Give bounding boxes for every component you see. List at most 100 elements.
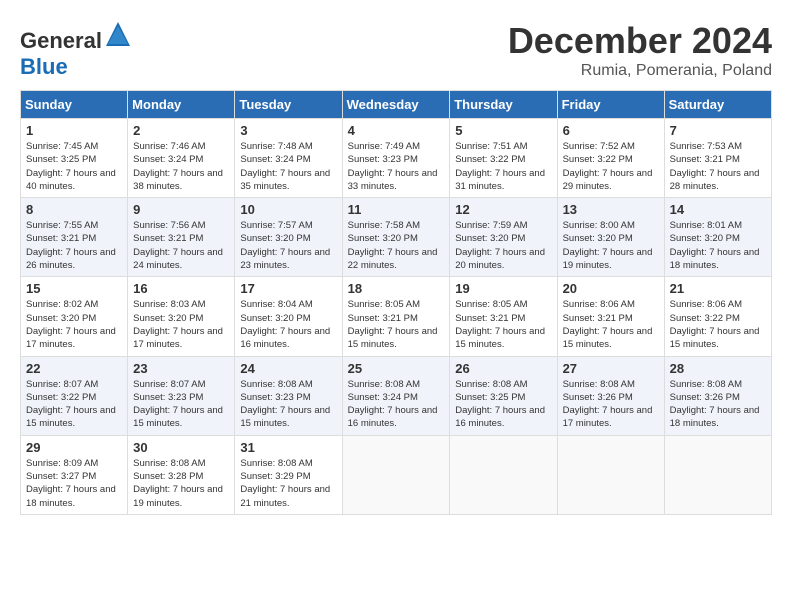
calendar-cell: 6 Sunrise: 7:52 AMSunset: 3:22 PMDayligh… (557, 119, 664, 198)
calendar-cell: 20 Sunrise: 8:06 AMSunset: 3:21 PMDaylig… (557, 277, 664, 356)
month-title: December 2024 (508, 20, 772, 62)
day-info: Sunrise: 7:53 AMSunset: 3:21 PMDaylight:… (670, 141, 760, 192)
day-number: 10 (240, 202, 336, 217)
day-info: Sunrise: 7:45 AMSunset: 3:25 PMDaylight:… (26, 141, 116, 192)
day-number: 2 (133, 123, 229, 138)
calendar-cell: 22 Sunrise: 8:07 AMSunset: 3:22 PMDaylig… (21, 356, 128, 435)
day-info: Sunrise: 8:05 AMSunset: 3:21 PMDaylight:… (455, 299, 545, 350)
day-info: Sunrise: 8:06 AMSunset: 3:21 PMDaylight:… (563, 299, 653, 350)
day-number: 7 (670, 123, 766, 138)
day-info: Sunrise: 7:56 AMSunset: 3:21 PMDaylight:… (133, 220, 223, 271)
calendar-cell: 27 Sunrise: 8:08 AMSunset: 3:26 PMDaylig… (557, 356, 664, 435)
day-info: Sunrise: 7:58 AMSunset: 3:20 PMDaylight:… (348, 220, 438, 271)
calendar-cell: 21 Sunrise: 8:06 AMSunset: 3:22 PMDaylig… (664, 277, 771, 356)
day-info: Sunrise: 8:08 AMSunset: 3:26 PMDaylight:… (670, 379, 760, 430)
day-info: Sunrise: 7:59 AMSunset: 3:20 PMDaylight:… (455, 220, 545, 271)
calendar-cell: 4 Sunrise: 7:49 AMSunset: 3:23 PMDayligh… (342, 119, 450, 198)
day-number: 4 (348, 123, 445, 138)
calendar-cell: 13 Sunrise: 8:00 AMSunset: 3:20 PMDaylig… (557, 198, 664, 277)
day-info: Sunrise: 8:07 AMSunset: 3:22 PMDaylight:… (26, 379, 116, 430)
calendar-week-row: 29 Sunrise: 8:09 AMSunset: 3:27 PMDaylig… (21, 435, 772, 514)
logo: General Blue (20, 20, 132, 80)
calendar-table: SundayMondayTuesdayWednesdayThursdayFrid… (20, 90, 772, 515)
calendar-cell: 5 Sunrise: 7:51 AMSunset: 3:22 PMDayligh… (450, 119, 557, 198)
day-info: Sunrise: 7:51 AMSunset: 3:22 PMDaylight:… (455, 141, 545, 192)
calendar-cell: 19 Sunrise: 8:05 AMSunset: 3:21 PMDaylig… (450, 277, 557, 356)
col-header-thursday: Thursday (450, 91, 557, 119)
day-info: Sunrise: 7:49 AMSunset: 3:23 PMDaylight:… (348, 141, 438, 192)
day-number: 27 (563, 361, 659, 376)
day-number: 8 (26, 202, 122, 217)
title-block: December 2024 Rumia, Pomerania, Poland (508, 20, 772, 80)
day-number: 12 (455, 202, 551, 217)
day-info: Sunrise: 8:08 AMSunset: 3:23 PMDaylight:… (240, 379, 330, 430)
day-number: 25 (348, 361, 445, 376)
calendar-cell: 16 Sunrise: 8:03 AMSunset: 3:20 PMDaylig… (128, 277, 235, 356)
day-number: 3 (240, 123, 336, 138)
calendar-cell (342, 435, 450, 514)
day-info: Sunrise: 8:09 AMSunset: 3:27 PMDaylight:… (26, 458, 116, 509)
day-info: Sunrise: 8:07 AMSunset: 3:23 PMDaylight:… (133, 379, 223, 430)
day-info: Sunrise: 7:48 AMSunset: 3:24 PMDaylight:… (240, 141, 330, 192)
calendar-cell: 1 Sunrise: 7:45 AMSunset: 3:25 PMDayligh… (21, 119, 128, 198)
day-number: 31 (240, 440, 336, 455)
day-number: 30 (133, 440, 229, 455)
page-header: General Blue December 2024 Rumia, Pomera… (20, 20, 772, 80)
calendar-cell: 18 Sunrise: 8:05 AMSunset: 3:21 PMDaylig… (342, 277, 450, 356)
logo-text: General Blue (20, 20, 132, 80)
day-number: 6 (563, 123, 659, 138)
calendar-cell: 28 Sunrise: 8:08 AMSunset: 3:26 PMDaylig… (664, 356, 771, 435)
day-number: 15 (26, 281, 122, 296)
day-info: Sunrise: 8:08 AMSunset: 3:25 PMDaylight:… (455, 379, 545, 430)
day-info: Sunrise: 8:00 AMSunset: 3:20 PMDaylight:… (563, 220, 653, 271)
col-header-monday: Monday (128, 91, 235, 119)
calendar-cell (557, 435, 664, 514)
calendar-cell: 15 Sunrise: 8:02 AMSunset: 3:20 PMDaylig… (21, 277, 128, 356)
calendar-header-row: SundayMondayTuesdayWednesdayThursdayFrid… (21, 91, 772, 119)
calendar-cell: 11 Sunrise: 7:58 AMSunset: 3:20 PMDaylig… (342, 198, 450, 277)
calendar-cell: 26 Sunrise: 8:08 AMSunset: 3:25 PMDaylig… (450, 356, 557, 435)
day-number: 24 (240, 361, 336, 376)
day-info: Sunrise: 8:06 AMSunset: 3:22 PMDaylight:… (670, 299, 760, 350)
day-number: 22 (26, 361, 122, 376)
calendar-cell (450, 435, 557, 514)
day-number: 5 (455, 123, 551, 138)
calendar-cell: 2 Sunrise: 7:46 AMSunset: 3:24 PMDayligh… (128, 119, 235, 198)
col-header-friday: Friday (557, 91, 664, 119)
day-info: Sunrise: 8:03 AMSunset: 3:20 PMDaylight:… (133, 299, 223, 350)
calendar-cell: 31 Sunrise: 8:08 AMSunset: 3:29 PMDaylig… (235, 435, 342, 514)
day-number: 26 (455, 361, 551, 376)
day-number: 18 (348, 281, 445, 296)
day-info: Sunrise: 8:05 AMSunset: 3:21 PMDaylight:… (348, 299, 438, 350)
calendar-cell: 3 Sunrise: 7:48 AMSunset: 3:24 PMDayligh… (235, 119, 342, 198)
day-number: 14 (670, 202, 766, 217)
day-number: 11 (348, 202, 445, 217)
day-info: Sunrise: 8:08 AMSunset: 3:24 PMDaylight:… (348, 379, 438, 430)
col-header-sunday: Sunday (21, 91, 128, 119)
day-info: Sunrise: 8:02 AMSunset: 3:20 PMDaylight:… (26, 299, 116, 350)
day-number: 19 (455, 281, 551, 296)
day-info: Sunrise: 8:08 AMSunset: 3:26 PMDaylight:… (563, 379, 653, 430)
day-number: 21 (670, 281, 766, 296)
day-info: Sunrise: 8:01 AMSunset: 3:20 PMDaylight:… (670, 220, 760, 271)
day-number: 9 (133, 202, 229, 217)
calendar-cell: 7 Sunrise: 7:53 AMSunset: 3:21 PMDayligh… (664, 119, 771, 198)
calendar-cell: 24 Sunrise: 8:08 AMSunset: 3:23 PMDaylig… (235, 356, 342, 435)
day-number: 23 (133, 361, 229, 376)
day-number: 29 (26, 440, 122, 455)
logo-blue: Blue (20, 54, 68, 79)
calendar-cell: 9 Sunrise: 7:56 AMSunset: 3:21 PMDayligh… (128, 198, 235, 277)
day-info: Sunrise: 7:57 AMSunset: 3:20 PMDaylight:… (240, 220, 330, 271)
day-number: 16 (133, 281, 229, 296)
calendar-week-row: 8 Sunrise: 7:55 AMSunset: 3:21 PMDayligh… (21, 198, 772, 277)
col-header-tuesday: Tuesday (235, 91, 342, 119)
calendar-cell: 23 Sunrise: 8:07 AMSunset: 3:23 PMDaylig… (128, 356, 235, 435)
day-info: Sunrise: 8:08 AMSunset: 3:28 PMDaylight:… (133, 458, 223, 509)
calendar-week-row: 1 Sunrise: 7:45 AMSunset: 3:25 PMDayligh… (21, 119, 772, 198)
calendar-cell: 30 Sunrise: 8:08 AMSunset: 3:28 PMDaylig… (128, 435, 235, 514)
calendar-cell (664, 435, 771, 514)
calendar-cell: 14 Sunrise: 8:01 AMSunset: 3:20 PMDaylig… (664, 198, 771, 277)
calendar-week-row: 22 Sunrise: 8:07 AMSunset: 3:22 PMDaylig… (21, 356, 772, 435)
day-info: Sunrise: 7:46 AMSunset: 3:24 PMDaylight:… (133, 141, 223, 192)
day-number: 1 (26, 123, 122, 138)
